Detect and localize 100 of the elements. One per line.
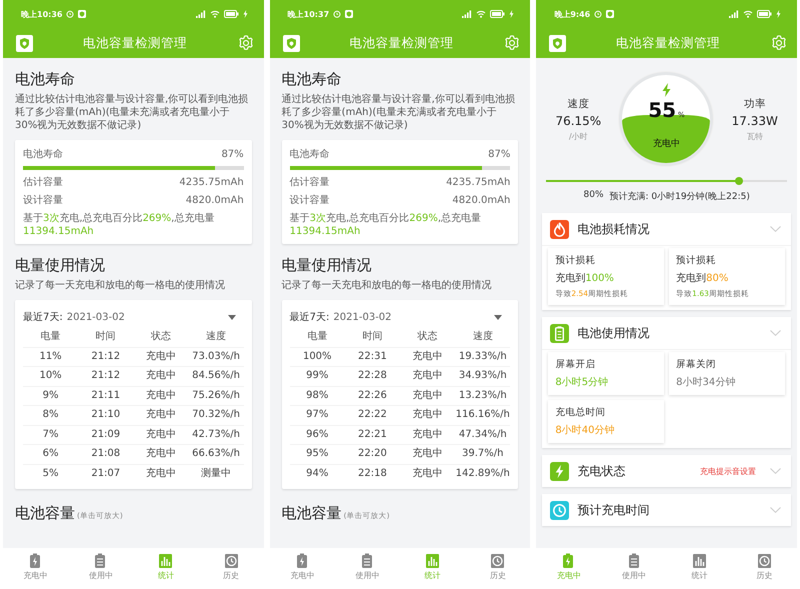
metric-label: 设计容量	[23, 194, 63, 208]
stat-label: 功率	[744, 96, 766, 110]
metric-value: 4820.0mAh	[452, 194, 510, 208]
bar-chart-icon	[425, 553, 440, 569]
nav-tab[interactable]: 充电中	[536, 548, 602, 589]
app-title: 电池容量检测管理	[82, 34, 188, 52]
app-title: 电池容量检测管理	[348, 34, 454, 52]
column-header: 速度	[205, 330, 228, 344]
section-title: 预计充电时间	[577, 502, 650, 518]
table-cell: 22:20	[344, 444, 400, 464]
alarm-icon	[594, 10, 602, 18]
tile-value: 8小时40分钟	[555, 424, 616, 437]
alarm-icon	[66, 10, 74, 18]
section-heading: 电池寿命	[15, 69, 76, 89]
tile-label: 预计损耗	[555, 254, 596, 267]
clipboard-icon	[360, 553, 375, 569]
nav-tab[interactable]: 历史	[732, 548, 798, 589]
summary-text: 基于3次充电,总充电百分比269%,总充电量11394.15mAh	[290, 212, 482, 238]
table-cell: 8%	[23, 405, 78, 424]
battery-bolt-icon	[294, 553, 310, 569]
column-header: 速度	[472, 330, 494, 344]
section-title: 电池使用情况	[577, 324, 650, 342]
nav-tab[interactable]: 统计	[133, 548, 199, 589]
lightning-icon	[662, 83, 672, 97]
table-cell: 99%	[290, 366, 345, 386]
table-cell: 充电中	[400, 405, 456, 424]
column-header: 时间	[361, 330, 384, 344]
clock-icon	[490, 553, 506, 569]
chevron-down-icon[interactable]	[770, 507, 782, 513]
alarm-icon	[333, 10, 342, 18]
dropdown-caret-icon[interactable]	[494, 314, 502, 320]
clock-icon	[224, 553, 239, 569]
nav-tab[interactable]: 使用中	[68, 548, 134, 589]
tile-value: 8小时34分钟	[676, 376, 736, 389]
tile-label: 屏幕开启	[555, 358, 596, 371]
nav-tab[interactable]: 充电中	[3, 548, 68, 589]
target-percent: 80%	[584, 190, 604, 202]
status-time: 晚上10:36	[21, 8, 62, 20]
table-cell: 10%	[23, 366, 78, 386]
table-cell: 22:28	[344, 366, 400, 386]
tile-label: 屏幕关闭	[676, 358, 718, 371]
table-cell: 7%	[23, 424, 78, 444]
table-cell: 95%	[290, 444, 345, 464]
table-cell: 96%	[290, 424, 345, 444]
chevron-down-icon[interactable]	[770, 226, 782, 232]
table-cell: 34.93%/h	[455, 366, 510, 386]
table-cell: 充电中	[400, 464, 456, 483]
table-cell: 充电中	[133, 424, 188, 444]
nav-tab[interactable]: 统计	[666, 548, 732, 589]
charging-bolt-icon	[242, 10, 248, 18]
section-heading: 电池容量	[15, 503, 75, 523]
nav-tab[interactable]: 历史	[465, 548, 530, 589]
filter-label: 最近7天:	[23, 310, 63, 324]
stat-unit: 瓦特	[746, 130, 763, 142]
section-title: 充电状态	[577, 462, 626, 480]
battery-status-icon	[757, 10, 772, 18]
tile-value: 8小时5分钟	[555, 376, 610, 389]
dropdown-caret-icon[interactable]	[228, 314, 236, 320]
column-header: 状态	[150, 330, 172, 344]
nav-tab[interactable]: 统计	[400, 548, 466, 589]
sound-settings-link[interactable]: 充电提示音设置	[700, 466, 756, 476]
metric-label: 估计容量	[290, 176, 330, 190]
section-description: 通过比较估计电池容量与设计容量,你可以看到电池损耗了多少容量(mAh)(电量未充满或者充电量小于30%视为无效数据不做记录)	[15, 93, 250, 132]
clipboard-icon	[626, 553, 642, 569]
shield-logo-icon[interactable]	[549, 34, 566, 52]
table-cell: 22:21	[344, 424, 400, 444]
nav-tab[interactable]: 历史	[198, 548, 264, 589]
stat-unit: /小时	[568, 130, 588, 142]
settings-icon[interactable]	[770, 34, 788, 52]
settings-icon[interactable]	[236, 34, 255, 52]
metric-value: 4820.0mAh	[186, 194, 244, 208]
status-time: 晚上10:37	[288, 8, 330, 20]
table-cell: 21:12	[78, 346, 134, 366]
table-cell: 66.63%/h	[188, 444, 244, 464]
section-heading: 电量使用情况	[15, 255, 106, 275]
slider-thumb[interactable]	[734, 177, 743, 185]
section-heading: 电池寿命	[282, 69, 343, 89]
chevron-down-icon[interactable]	[770, 468, 782, 474]
table-cell: 94%	[290, 464, 345, 483]
column-header: 电量	[306, 330, 328, 344]
chevron-down-icon[interactable]	[770, 330, 782, 336]
table-cell: 充电中	[133, 405, 188, 424]
date-selector[interactable]: 2021-03-02	[66, 312, 125, 322]
nav-tab[interactable]: 充电中	[270, 548, 335, 589]
date-selector[interactable]: 2021-03-02	[333, 312, 392, 322]
table-cell: 充电中	[133, 444, 188, 464]
nav-tab[interactable]: 使用中	[334, 548, 400, 589]
section-heading: 电量使用情况	[282, 255, 373, 275]
section-heading: 电池容量	[282, 503, 342, 523]
shield-logo-icon[interactable]	[282, 34, 300, 52]
table-cell: 11%	[23, 346, 78, 366]
signal-icon	[196, 10, 206, 18]
table-cell: 充电中	[400, 444, 456, 464]
shield-logo-icon[interactable]	[16, 34, 33, 52]
nav-tab[interactable]: 使用中	[602, 548, 667, 589]
settings-icon[interactable]	[503, 34, 522, 52]
stat-value: 17.33W	[732, 114, 778, 128]
table-cell: 充电中	[133, 346, 188, 366]
table-cell: 6%	[23, 444, 78, 464]
metric-value: 87%	[221, 148, 244, 162]
